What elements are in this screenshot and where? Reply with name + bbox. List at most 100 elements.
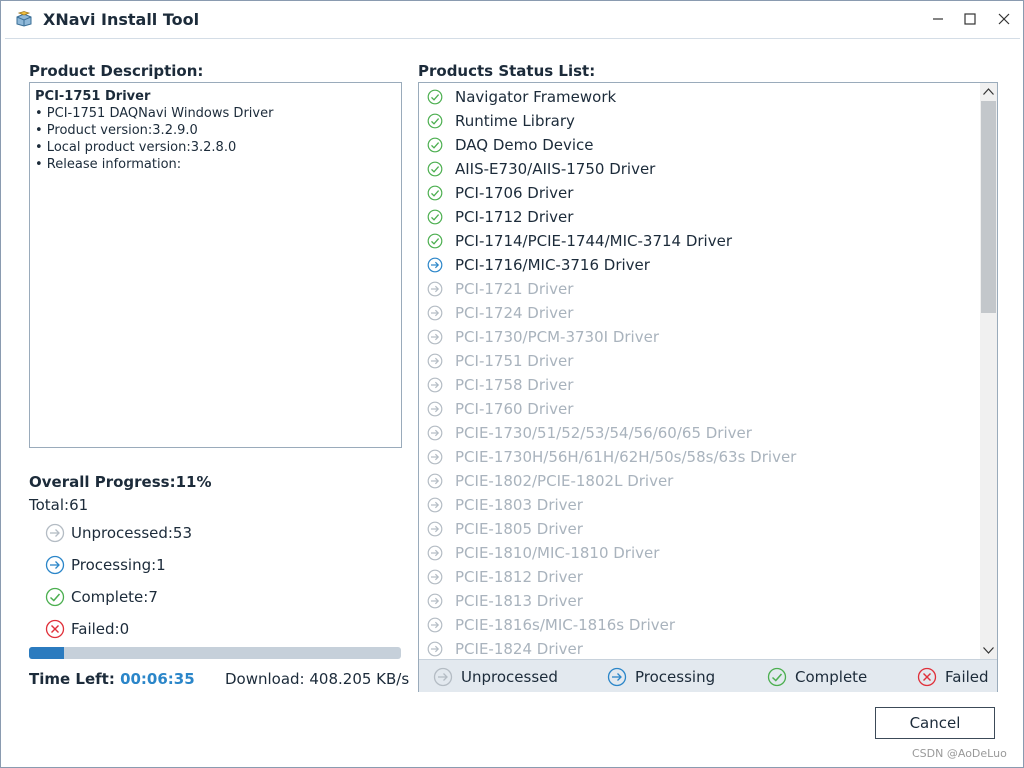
legend-failed: Failed — [917, 667, 989, 687]
list-scrollbar[interactable] — [980, 83, 997, 659]
legend-processing: Processing — [607, 667, 715, 687]
status-list-item[interactable]: PCI-1760 Driver — [427, 398, 573, 420]
products-status-label: Products Status List: — [418, 62, 596, 80]
unprocessed-icon — [427, 353, 443, 369]
scroll-thumb[interactable] — [981, 101, 996, 313]
scroll-down-button[interactable] — [980, 642, 997, 659]
status-list-item[interactable]: PCIE-1805 Driver — [427, 518, 583, 540]
check-circle-icon — [427, 209, 443, 225]
time-left-value: 00:06:35 — [120, 670, 195, 688]
unprocessed-stat: Unprocessed:53 — [45, 523, 192, 543]
overall-progress-heading: Overall Progress:11% — [29, 473, 212, 491]
unprocessed-icon — [427, 305, 443, 321]
unprocessed-count: Unprocessed:53 — [71, 524, 193, 542]
product-description-box: PCI-1751 Driver • PCI-1751 DAQNavi Windo… — [29, 82, 402, 448]
status-list-item-label: PCIE-1813 Driver — [455, 592, 583, 610]
window-title: XNavi Install Tool — [43, 10, 200, 29]
status-list-item[interactable]: Runtime Library — [427, 110, 575, 132]
processing-count: Processing:1 — [71, 556, 166, 574]
description-line: • Local product version:3.2.8.0 — [35, 140, 237, 155]
watermark-text: CSDN @AoDeLuo — [912, 747, 1007, 760]
processing-icon — [427, 257, 443, 273]
status-list-item[interactable]: PCI-1712 Driver — [427, 206, 573, 228]
status-legend: Unprocessed Processing Complete Failed — [419, 659, 997, 692]
check-circle-icon — [427, 137, 443, 153]
status-list-item[interactable]: PCIE-1813 Driver — [427, 590, 583, 612]
status-list-item-label: PCI-1724 Driver — [455, 304, 574, 322]
status-list-item[interactable]: PCIE-1816s/MIC-1816s Driver — [427, 614, 675, 636]
status-list-item[interactable]: PCIE-1810/MIC-1810 Driver — [427, 542, 659, 564]
status-list-item[interactable]: PCI-1730/PCM-3730I Driver — [427, 326, 659, 348]
cancel-button[interactable]: Cancel — [875, 707, 995, 739]
status-list-item-label: DAQ Demo Device — [455, 136, 594, 154]
status-list-item[interactable]: PCIE-1803 Driver — [427, 494, 583, 516]
status-list-item[interactable]: PCI-1706 Driver — [427, 182, 573, 204]
unprocessed-icon — [427, 617, 443, 633]
status-list-item-label: PCI-1760 Driver — [455, 400, 574, 418]
status-list-item[interactable]: PCI-1721 Driver — [427, 278, 573, 300]
failed-count: Failed:0 — [71, 620, 130, 638]
check-circle-icon — [427, 233, 443, 249]
status-list-item[interactable]: Navigator Framework — [427, 86, 616, 108]
processing-icon — [607, 667, 627, 687]
status-list-item[interactable]: PCIE-1812 Driver — [427, 566, 583, 588]
check-circle-icon — [427, 113, 443, 129]
maximize-button[interactable] — [955, 5, 985, 33]
unprocessed-icon — [45, 523, 65, 543]
status-list-item-label: PCIE-1730H/56H/61H/62H/50s/58s/63s Drive… — [455, 448, 797, 466]
overall-progress-label: Overall Progress: — [29, 473, 176, 491]
close-button[interactable] — [989, 5, 1019, 33]
legend-complete-label: Complete — [795, 668, 868, 686]
status-list-item[interactable]: AIIS-E730/AIIS-1750 Driver — [427, 158, 655, 180]
complete-stat: Complete:7 — [45, 587, 158, 607]
time-left: Time Left: 00:06:35 — [29, 670, 195, 688]
status-list-item[interactable]: PCI-1724 Driver — [427, 302, 573, 324]
status-list-item[interactable]: PCIE-1824 Driver — [427, 638, 583, 659]
total-count: Total:61 — [29, 496, 89, 514]
complete-count: Complete:7 — [71, 588, 158, 606]
status-list-item[interactable]: PCIE-1802/PCIE-1802L Driver — [427, 470, 673, 492]
failed-icon — [917, 667, 937, 687]
unprocessed-icon — [433, 667, 453, 687]
status-list-item[interactable]: PCI-1716/MIC-3716 Driver — [427, 254, 650, 276]
status-list-item[interactable]: DAQ Demo Device — [427, 134, 594, 156]
status-list-item[interactable]: PCI-1714/PCIE-1744/MIC-3714 Driver — [427, 230, 732, 252]
status-list-item-label: PCIE-1816s/MIC-1816s Driver — [455, 616, 676, 634]
check-circle-icon — [45, 587, 65, 607]
products-status-list: Navigator Framework Runtime Library DAQ De… — [418, 82, 998, 692]
unprocessed-icon — [427, 425, 443, 441]
check-circle-icon — [767, 667, 787, 687]
status-list-item[interactable]: PCIE-1730/51/52/53/54/56/60/65 Driver — [427, 422, 752, 444]
status-list-item-label: PCIE-1824 Driver — [455, 640, 583, 658]
chevron-down-icon — [983, 647, 994, 654]
description-line: • PCI-1751 DAQNavi Windows Driver — [35, 106, 274, 121]
unprocessed-icon — [427, 449, 443, 465]
status-list-item-label: PCI-1721 Driver — [455, 280, 574, 298]
status-list-item[interactable]: PCI-1758 Driver — [427, 374, 573, 396]
overall-progress-bar — [29, 647, 401, 659]
minimize-button[interactable] — [923, 5, 953, 33]
download-speed: Download: 408.205 KB/s — [225, 670, 410, 688]
progress-bar-fill — [29, 647, 65, 659]
status-list-item-label: PCIE-1805 Driver — [455, 520, 583, 538]
check-circle-icon — [427, 89, 443, 105]
status-list-item-label: Navigator Framework — [455, 88, 617, 106]
status-list-item-label: PCI-1758 Driver — [455, 376, 574, 394]
status-list-item-label: PCIE-1803 Driver — [455, 496, 583, 514]
status-list-item-label: PCIE-1802/PCIE-1802L Driver — [455, 472, 674, 490]
scroll-up-button[interactable] — [980, 83, 997, 100]
processing-stat: Processing:1 — [45, 555, 166, 575]
legend-unprocessed: Unprocessed — [433, 667, 558, 687]
status-list-item-label: PCIE-1812 Driver — [455, 568, 583, 586]
status-list-item-label: AIIS-E730/AIIS-1750 Driver — [455, 160, 656, 178]
product-title: PCI-1751 Driver — [35, 89, 151, 104]
status-list-item[interactable]: PCIE-1730H/56H/61H/62H/50s/58s/63s Drive… — [427, 446, 796, 468]
legend-failed-label: Failed — [945, 668, 989, 686]
unprocessed-icon — [427, 521, 443, 537]
status-list-item-label: PCI-1714/PCIE-1744/MIC-3714 Driver — [455, 232, 732, 250]
legend-complete: Complete — [767, 667, 867, 687]
status-list-item-label: Runtime Library — [455, 112, 575, 130]
title-separator — [5, 38, 1020, 39]
failed-icon — [45, 619, 65, 639]
status-list-item[interactable]: PCI-1751 Driver — [427, 350, 573, 372]
